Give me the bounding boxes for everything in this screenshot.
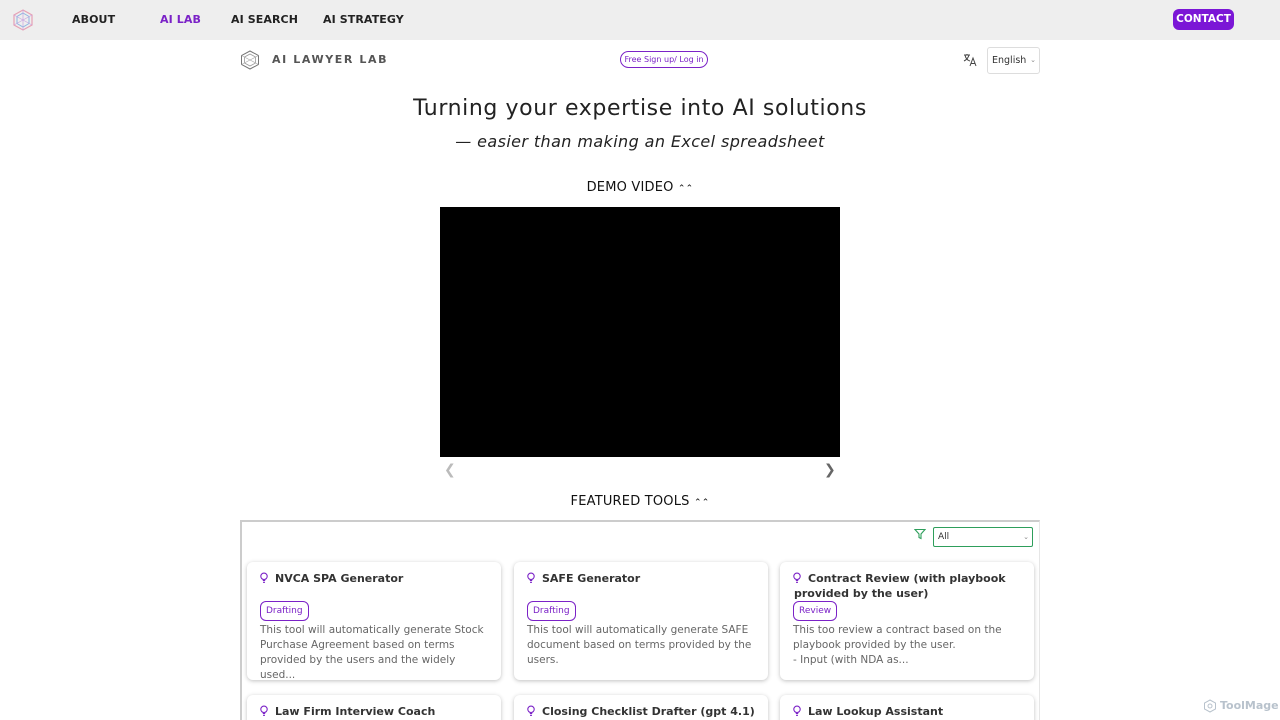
tool-card-title: NVCA SPA Generator — [275, 572, 404, 585]
filter-icon[interactable] — [914, 528, 926, 540]
watermark-text: ToolMage — [1220, 699, 1279, 712]
brand-name[interactable]: AI LAWYER LAB — [272, 53, 388, 66]
watermark-logo-icon — [1204, 699, 1216, 713]
tool-card-title: Law Lookup Assistant (Multilingual) — [808, 705, 944, 718]
chevron-up-icon: ⌃⌃ — [677, 184, 694, 194]
demo-video-label: DEMO VIDEO — [586, 180, 674, 195]
contact-button[interactable]: CONTACT — [1173, 9, 1234, 30]
tool-card-description: This too review a contract based on the … — [793, 624, 1002, 666]
tool-card-tag: Review — [793, 601, 838, 621]
hero-title: Turning your expertise into AI solutions — [413, 96, 867, 121]
tool-card[interactable]: Law Lookup Assistant (Multilingual) — [780, 695, 1034, 720]
tool-card[interactable]: SAFE Generator Drafting This tool will a… — [514, 562, 768, 680]
top-nav: ABOUT AI LAB AI SEARCH AI STRATEGY CONTA… — [0, 0, 1280, 40]
tool-card-title: SAFE Generator — [542, 572, 641, 585]
category-filter-select[interactable]: All ⌄ — [933, 527, 1033, 547]
translate-icon[interactable] — [962, 52, 978, 68]
watermark: ToolMage — [1203, 699, 1279, 713]
nav-about[interactable]: ABOUT — [72, 13, 115, 26]
chevron-down-icon: ⌄ — [1023, 533, 1029, 541]
tool-card-tag: Drafting — [260, 601, 309, 621]
brand-logo-icon[interactable] — [240, 50, 260, 70]
tool-card[interactable]: NVCA SPA Generator Drafting This tool wi… — [247, 562, 501, 681]
hero-subtitle: — easier than making an Excel spreadshee… — [455, 132, 825, 151]
nav-ai-strategy[interactable]: AI STRATEGY — [323, 13, 404, 26]
signup-login-button[interactable]: Free Sign up/ Log in — [620, 51, 708, 68]
language-select[interactable]: English ⌄ — [987, 47, 1040, 74]
featured-tools-label: FEATURED TOOLS — [570, 494, 690, 509]
tool-card[interactable]: Contract Review (with playbook provided … — [780, 562, 1034, 680]
tool-card[interactable]: Law Firm Interview Coach — [247, 695, 501, 720]
filter-value: All — [938, 532, 950, 542]
tool-card-title: Closing Checklist Drafter (gpt 4.1) — [542, 705, 755, 718]
tool-card-description: This tool will automatically generate St… — [260, 624, 484, 681]
demo-video-heading[interactable]: DEMO VIDEO ⌃⌃ — [0, 180, 1280, 195]
carousel-prev-icon[interactable]: ❮ — [444, 462, 456, 478]
tool-card-title: Law Firm Interview Coach — [275, 705, 436, 718]
tool-card[interactable]: Closing Checklist Drafter (gpt 4.1) — [514, 695, 768, 720]
tool-card-tag: Drafting — [527, 601, 576, 621]
nav-ai-lab[interactable]: AI LAB — [160, 13, 201, 26]
carousel-next-icon[interactable]: ❯ — [824, 462, 836, 478]
chevron-down-icon: ⌄ — [1030, 56, 1036, 64]
tool-card-title: Contract Review (with playbook provided … — [794, 572, 1006, 600]
demo-video-player[interactable] — [440, 207, 840, 457]
featured-tools-heading[interactable]: FEATURED TOOLS ⌃⌃ — [0, 494, 1280, 509]
chevron-up-icon: ⌃⌃ — [693, 498, 710, 508]
nav-ai-search[interactable]: AI SEARCH — [231, 13, 298, 26]
language-value: English — [992, 55, 1027, 66]
tool-card-description: This tool will automatically generate SA… — [527, 624, 752, 666]
site-logo-icon[interactable] — [12, 9, 34, 31]
